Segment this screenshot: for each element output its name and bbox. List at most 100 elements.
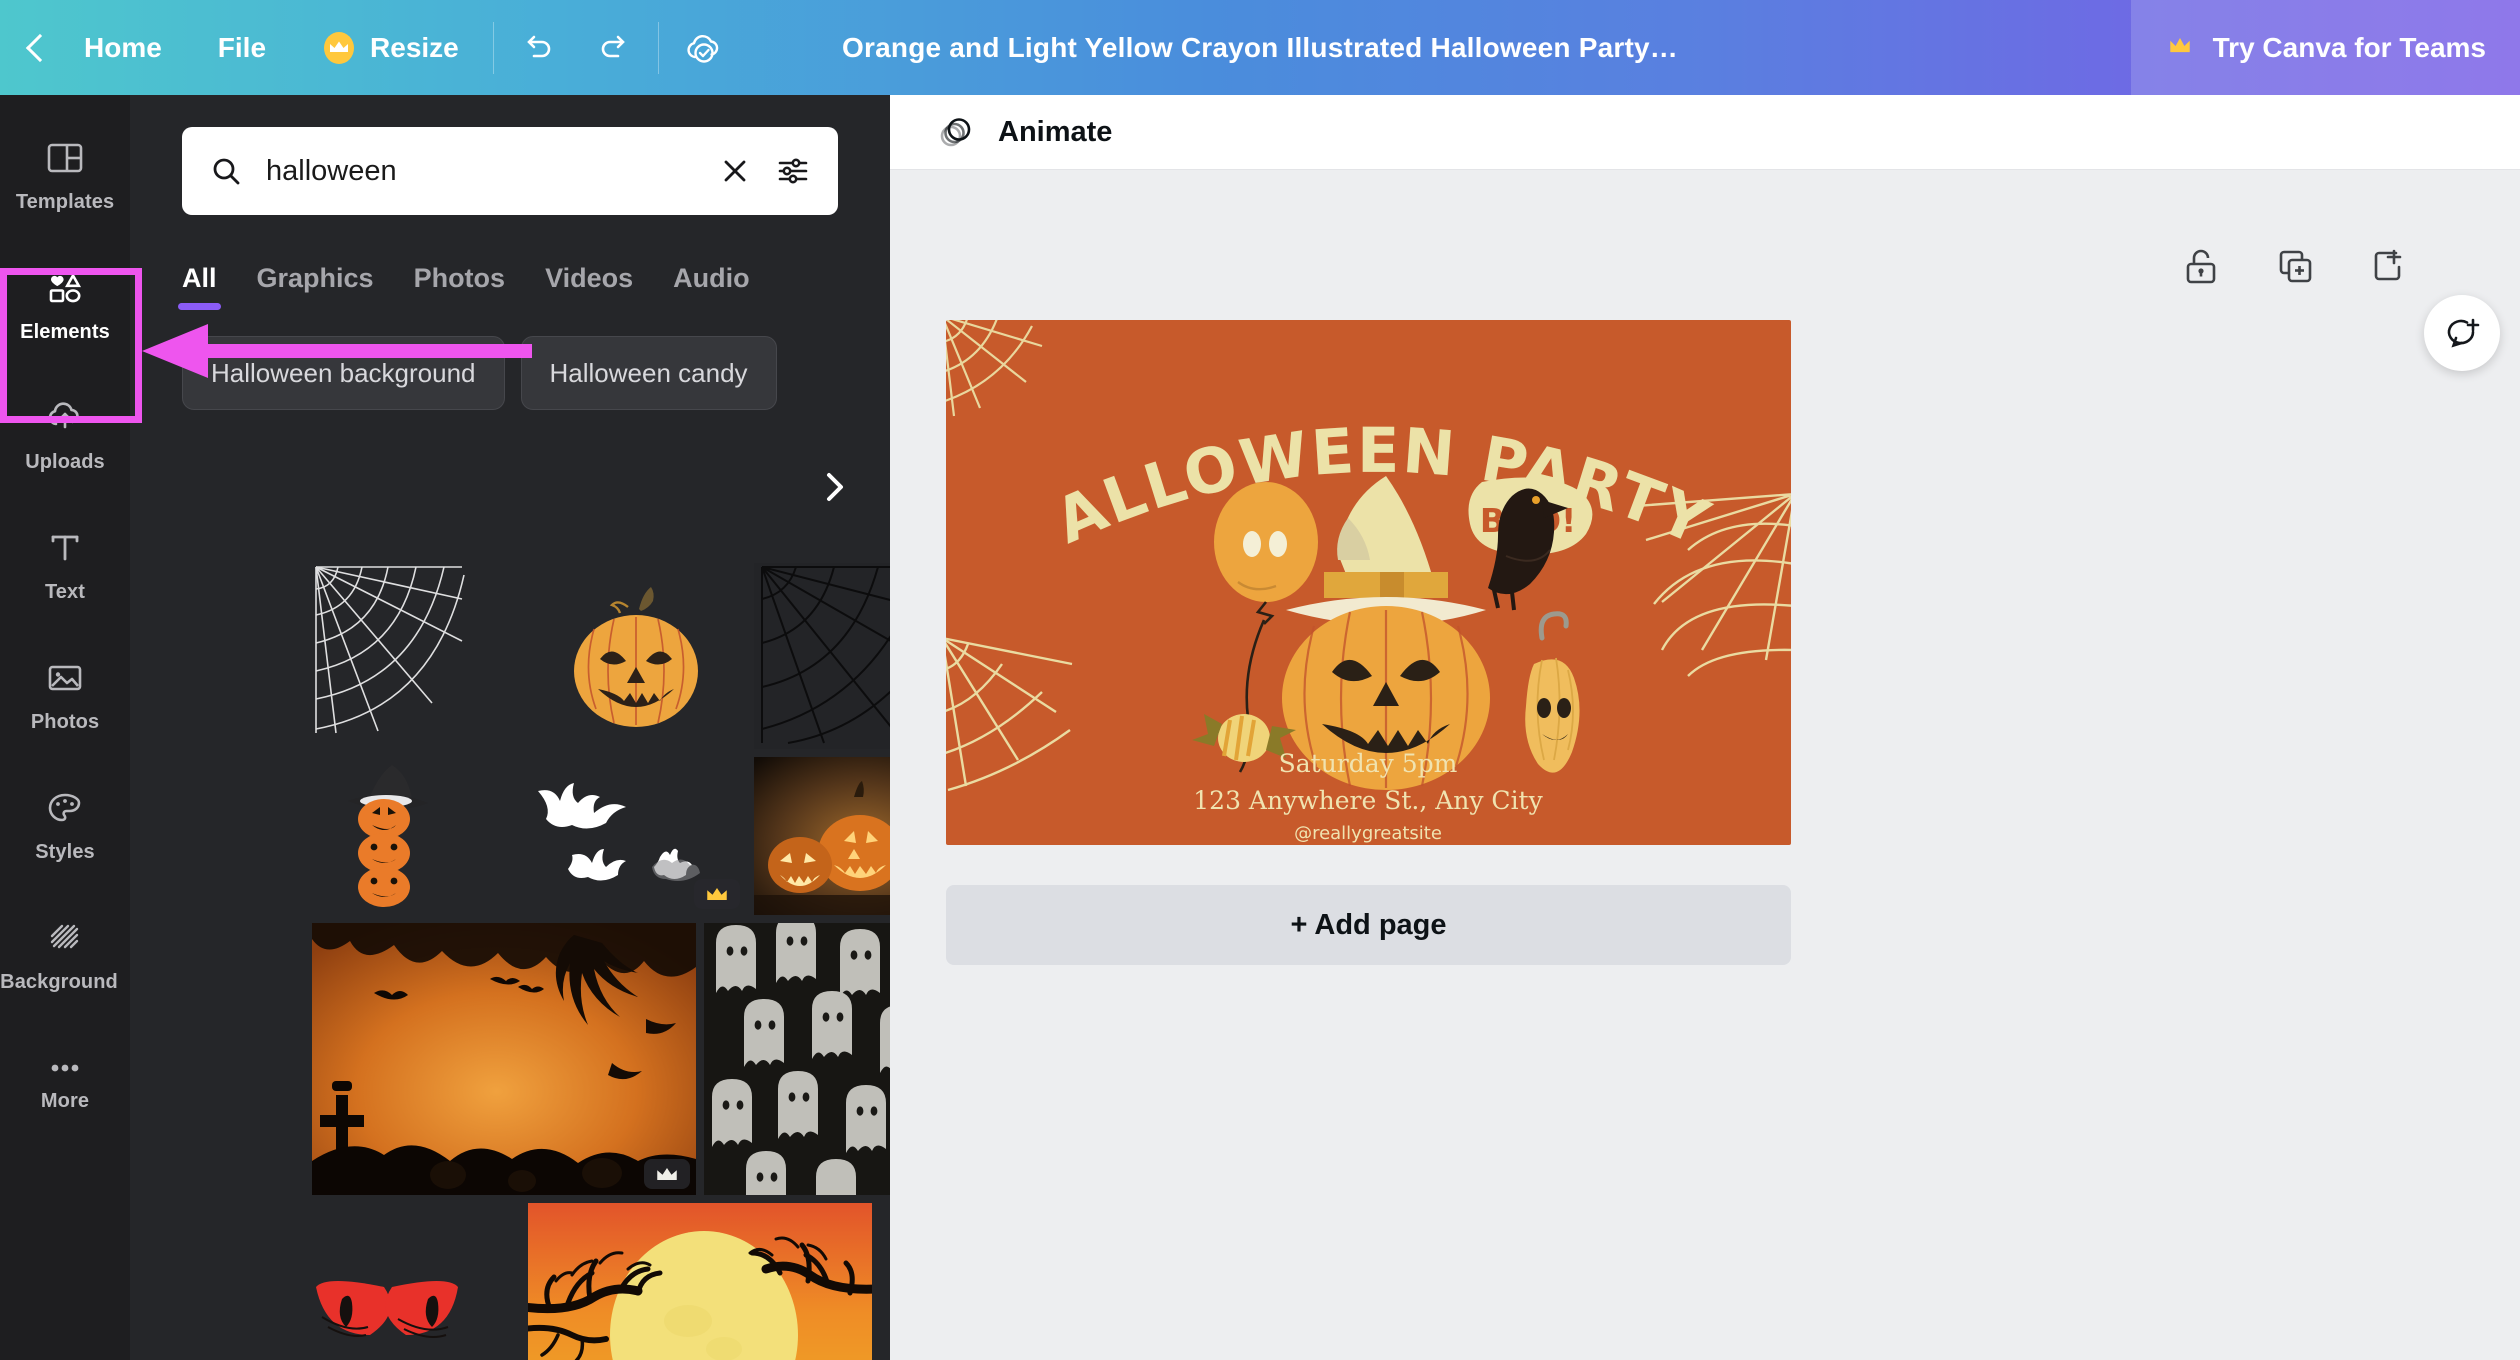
chevron-left-icon — [25, 33, 55, 62]
results-row — [312, 757, 890, 915]
search-icon — [213, 158, 240, 185]
sidebar-item-more[interactable]: More — [0, 1019, 130, 1149]
home-button[interactable]: Home — [56, 0, 190, 95]
toolbar-left-group: Home File Resize — [0, 0, 741, 95]
undo-icon — [526, 35, 551, 57]
sidebar-item-text[interactable]: Text — [0, 499, 130, 629]
animate-circles-icon — [940, 118, 971, 147]
file-button[interactable]: File — [190, 0, 294, 95]
close-x-icon[interactable] — [718, 154, 752, 188]
result-white-spiderweb-corner[interactable] — [312, 563, 520, 749]
search-results-grid — [312, 563, 890, 1360]
resize-label: Resize — [370, 31, 459, 63]
add-page-label: + Add page — [1290, 908, 1447, 941]
teams-label: Try Canva for Teams — [2212, 31, 2486, 63]
photos-icon — [48, 665, 82, 690]
poster-line2: 123 Anywhere St., Any City — [1193, 786, 1543, 815]
filter-sliders-icon[interactable] — [774, 152, 812, 190]
duplicate-page-icon[interactable] — [2272, 243, 2318, 289]
home-label: Home — [84, 31, 162, 63]
poster-handle: @reallygreatsite — [1294, 823, 1442, 844]
document-title[interactable]: Orange and Light Yellow Crayon Illustrat… — [842, 32, 1678, 64]
sidebar-item-uploads[interactable]: Uploads — [0, 369, 130, 499]
lock-page-icon[interactable] — [2178, 243, 2224, 289]
sidebar-item-label: Uploads — [25, 450, 105, 473]
redo-icon — [601, 35, 625, 57]
result-red-scary-eyes[interactable] — [312, 1203, 520, 1360]
chevron-right-icon[interactable] — [814, 467, 854, 507]
toolbar-divider-1 — [492, 21, 494, 74]
tab-graphics[interactable]: Graphics — [257, 263, 374, 310]
animate-label: Animate — [998, 115, 1113, 148]
search-box[interactable] — [182, 127, 838, 215]
canva-editor: Home File Resize Orange and Light Yellow… — [0, 0, 2520, 1360]
add-comment-icon — [2447, 318, 2480, 348]
pro-badge — [694, 879, 740, 909]
results-row — [312, 923, 890, 1195]
crown-icon — [707, 888, 727, 900]
chip-halloween-background[interactable]: Halloween background — [182, 336, 505, 410]
left-rail: Templates Elements Uploads Text Photos S… — [0, 95, 130, 1360]
sidebar-item-styles[interactable]: Styles — [0, 759, 130, 889]
tab-audio[interactable]: Audio — [673, 263, 749, 310]
text-icon — [51, 535, 79, 560]
resize-button[interactable]: Resize — [294, 0, 487, 95]
sidebar-item-label: Photos — [30, 710, 100, 733]
design-canvas[interactable]: HALLOWEEN PARTY! BOO! — [946, 320, 1791, 845]
tab-all[interactable]: All — [178, 263, 220, 310]
tab-photos[interactable]: Photos — [414, 263, 506, 310]
more-dots-icon — [51, 1064, 79, 1071]
editor-area: Animate ALLOWEEN PARTY Saturday 5pm 123 … — [890, 95, 2520, 1360]
chip-halloween-candy[interactable]: Halloween candy — [520, 336, 777, 410]
editor-toolbar: Animate — [890, 95, 2520, 170]
toolbar-divider-2 — [657, 21, 659, 74]
result-orange-graveyard-background[interactable] — [312, 923, 696, 1195]
tab-videos[interactable]: Videos — [545, 263, 633, 310]
result-white-flying-bats[interactable] — [528, 757, 746, 915]
result-black-spiderweb-corner[interactable] — [754, 563, 890, 749]
sidebar-item-templates[interactable]: Templates — [0, 109, 130, 239]
sidebar-item-label: More — [40, 1089, 90, 1112]
file-label: File — [217, 31, 267, 63]
undo-button[interactable] — [500, 0, 576, 95]
suggested-keyword-chips: Halloween background Halloween candy — [130, 310, 890, 410]
page-tools — [2178, 243, 2412, 289]
crown-icon — [657, 1168, 677, 1180]
search-input[interactable] — [266, 154, 696, 188]
toolbar-right-group: Try Canva for Teams — [2130, 0, 2520, 95]
background-hatch-icon — [50, 924, 79, 948]
add-comment-button[interactable] — [2424, 295, 2500, 371]
halloween-party-poster: HALLOWEEN PARTY! BOO! — [946, 320, 1791, 845]
cloud-saved-button[interactable] — [665, 0, 741, 95]
try-canva-for-teams-button[interactable]: Try Canva for Teams — [2130, 0, 2520, 95]
result-lit-pumpkins-photo[interactable] — [754, 757, 890, 915]
top-toolbar: Home File Resize Orange and Light Yellow… — [0, 0, 2520, 95]
sidebar-item-label: Templates — [15, 190, 115, 213]
add-page-icon[interactable] — [2366, 243, 2412, 289]
result-full-moon-bare-trees[interactable] — [528, 1203, 872, 1360]
result-type-tabs: All Graphics Photos Videos Audio — [130, 215, 890, 310]
uploads-cloud-icon — [48, 401, 79, 428]
search-area — [130, 95, 890, 215]
elements-icon — [49, 272, 82, 302]
sidebar-item-background[interactable]: Background — [0, 889, 130, 1019]
sidebar-item-label: Background — [0, 970, 118, 993]
result-grey-ghosts-pattern[interactable] — [704, 923, 890, 1195]
templates-icon — [47, 143, 83, 172]
sidebar-item-elements[interactable]: Elements — [0, 239, 130, 369]
pro-badge — [644, 1159, 690, 1189]
results-row — [312, 1203, 890, 1360]
sidebar-item-label: Styles — [35, 840, 95, 863]
result-jack-o-lantern-pumpkin[interactable] — [528, 563, 746, 749]
animate-button[interactable]: Animate — [934, 110, 1112, 154]
results-row — [312, 563, 890, 749]
result-stacked-pumpkins-witch-hat[interactable] — [312, 757, 520, 915]
sidebar-item-label: Text — [44, 580, 86, 603]
sidebar-item-photos[interactable]: Photos — [0, 629, 130, 759]
elements-search-panel: All Graphics Photos Videos Audio Hallowe… — [130, 95, 890, 1360]
redo-button[interactable] — [576, 0, 652, 95]
add-page-button[interactable]: + Add page — [946, 885, 1791, 965]
poster-line1: Saturday 5pm — [1279, 749, 1458, 778]
back-button[interactable] — [0, 0, 56, 95]
crown-icon — [322, 31, 356, 65]
